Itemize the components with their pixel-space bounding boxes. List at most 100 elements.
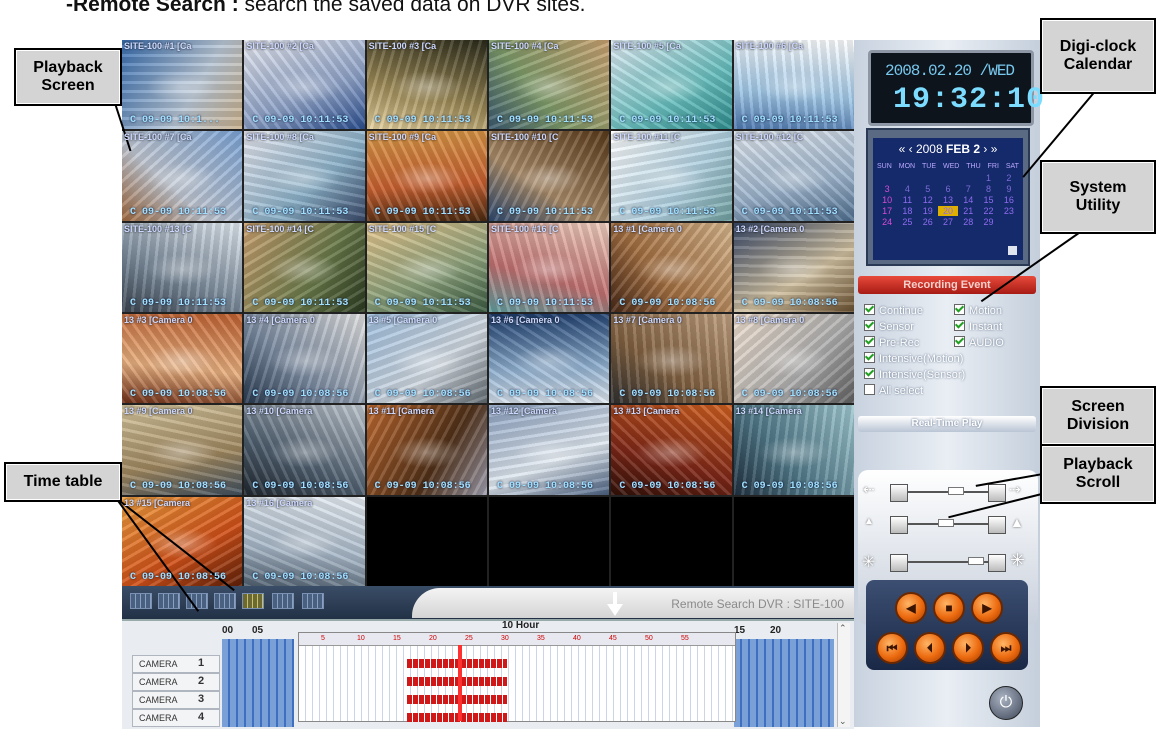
camera-tile[interactable]: 13 #10 [Camera C 09-09 10:08:56 [244, 405, 365, 495]
camera-tile[interactable]: SITE-100 #10 [C C 09-09 10:11:53 [489, 131, 610, 221]
camera-tile[interactable]: 13 #8 [Camera 0 C 09-09 10:08:56 [733, 314, 854, 404]
camera-tile[interactable]: SITE-100 #13 [C C 09-09 10:11:53 [122, 222, 243, 312]
camera-row-4[interactable]: CAMERA 4 [132, 709, 220, 727]
checkbox-icon[interactable] [954, 320, 965, 331]
recording-option[interactable]: AUDIO [954, 336, 1004, 349]
calendar-day[interactable]: 23 [999, 206, 1019, 216]
camera-tile[interactable]: SITE-100 #2 [Ca C 09-09 10:11:53 [244, 40, 365, 130]
camera-tile[interactable]: 13 #4 [Camera 0 C 09-09 10:08:56 [244, 314, 365, 404]
recording-option[interactable]: Intensive(Sensor) [864, 368, 965, 381]
camera-row-3[interactable]: CAMERA 3 [132, 691, 220, 709]
camera-tile[interactable]: SITE-100 #16 [C C 09-09 10:11:53 [489, 222, 610, 312]
calendar-day[interactable]: 29 [978, 217, 998, 227]
brightness-minus-button[interactable] [890, 554, 908, 572]
scroll-down-icon[interactable]: ⌄ [839, 716, 847, 727]
calendar-day[interactable]: 2 [999, 173, 1019, 183]
camera-tile[interactable]: 13 #5 [Camera 0 C 09-09 10:08:56 [366, 314, 487, 404]
calendar-day[interactable]: 18 [897, 206, 917, 216]
camera-row-1[interactable]: CAMERA 1 [132, 655, 220, 673]
camera-tile[interactable]: SITE-100 #7 [Ca C 09-09 10:11:53 [122, 131, 243, 221]
camera-tile[interactable]: 13 #12 [Camera C 09-09 10:08:56 [489, 405, 610, 495]
last-frame-button[interactable]: ⏭ [990, 632, 1022, 664]
play-button[interactable]: ▶ [971, 592, 1003, 624]
calendar-day[interactable]: 15 [978, 195, 998, 205]
camera-tile[interactable]: SITE-100 #11 [C C 09-09 10:11:53 [611, 131, 732, 221]
calendar-day[interactable]: 14 [958, 195, 978, 205]
next-year-button[interactable]: » [991, 142, 998, 156]
next-month-button[interactable]: › [983, 142, 987, 156]
camera-tile[interactable]: 13 #16 [Camera C 09-09 10:08:56 [244, 496, 365, 586]
calendar-day[interactable]: 4 [897, 184, 917, 194]
camera-tile[interactable]: 13 #6 [Camera 0 C 09-09 10:08:56 [489, 314, 610, 404]
empty-camera-tile[interactable] [489, 496, 610, 586]
calendar-day[interactable]: 21 [958, 206, 978, 216]
camera-row-2[interactable]: CAMERA 2 [132, 673, 220, 691]
division-6x6-button[interactable] [272, 593, 294, 609]
scroll-up-icon[interactable]: ⌃ [839, 623, 847, 634]
camera-tile[interactable]: SITE-100 #1 [Ca C 09-09 10:1... [122, 40, 243, 130]
camera-tile[interactable]: SITE-100 #8 [Ca C 09-09 10:11:53 [244, 131, 365, 221]
calendar-day[interactable]: 19 [918, 206, 938, 216]
camera-tile[interactable]: SITE-100 #14 [C C 09-09 10:11:53 [244, 222, 365, 312]
camera-tile[interactable]: SITE-100 #9 [Ca C 09-09 10:11:53 [366, 131, 487, 221]
prev-month-button[interactable]: ‹ [909, 142, 913, 156]
calendar-day[interactable]: 22 [978, 206, 998, 216]
calendar-day[interactable]: 5 [918, 184, 938, 194]
reverse-play-button[interactable]: ◀ [895, 592, 927, 624]
recording-option[interactable]: Pre-Rec [864, 336, 919, 349]
calendar-day[interactable]: 24 [877, 217, 897, 227]
division-4x4-button[interactable] [214, 593, 236, 609]
calendar-day[interactable]: 3 [877, 184, 897, 194]
timeline-day-left[interactable] [222, 639, 294, 727]
checkbox-icon[interactable] [864, 368, 875, 379]
real-time-play-button[interactable]: Real-Time Play [858, 416, 1036, 432]
checkbox-icon[interactable] [954, 336, 965, 347]
calendar-day[interactable]: 7 [958, 184, 978, 194]
checkbox-icon[interactable] [864, 304, 875, 315]
calendar-day[interactable]: 11 [897, 195, 917, 205]
calendar-day[interactable]: 6 [938, 184, 958, 194]
calendar-day[interactable]: 28 [958, 217, 978, 227]
power-button[interactable]: ⏻ [989, 686, 1023, 720]
calendar-day[interactable]: 10 [877, 195, 897, 205]
recording-option[interactable]: Instant [954, 320, 1002, 333]
prev-year-button[interactable]: « [899, 142, 906, 156]
timeline-day-right[interactable] [734, 639, 834, 727]
camera-tile[interactable]: 13 #13 [Camera C 09-09 10:08:56 [611, 405, 732, 495]
calendar-day[interactable]: 27 [938, 217, 958, 227]
checkbox-icon[interactable] [864, 384, 875, 395]
calendar-menu-icon[interactable] [1008, 246, 1017, 255]
calendar-day[interactable]: 9 [999, 184, 1019, 194]
calendar-day[interactable]: 1 [978, 173, 998, 183]
step-forward-button[interactable]: ⏵ [952, 632, 984, 664]
recording-option[interactable]: Motion [954, 304, 1002, 317]
calendar-day[interactable]: 16 [999, 195, 1019, 205]
calendar-day[interactable]: 17 [877, 206, 897, 216]
calendar-day[interactable]: 8 [978, 184, 998, 194]
camera-tile[interactable]: SITE-100 #4 [Ca C 09-09 10:11:53 [489, 40, 610, 130]
stop-button[interactable]: ■ [933, 592, 965, 624]
camera-tile[interactable]: SITE-100 #15 [C C 09-09 10:11:53 [366, 222, 487, 312]
step-back-button[interactable]: ⏴ [914, 632, 946, 664]
empty-camera-tile[interactable] [366, 496, 487, 586]
camera-tile[interactable]: 13 #14 [Camera C 09-09 10:08:56 [733, 405, 854, 495]
calendar-day[interactable]: 25 [897, 217, 917, 227]
camera-tile[interactable]: 13 #11 [Camera C 09-09 10:08:56 [366, 405, 487, 495]
recording-option[interactable]: Continue [864, 304, 923, 317]
brightness-plus-button[interactable] [988, 554, 1006, 572]
calendar-day[interactable]: 13 [938, 195, 958, 205]
playback-position-marker[interactable] [458, 645, 462, 721]
camera-tile[interactable]: 13 #15 [Camera C 09-09 10:08:56 [122, 496, 243, 586]
speed-minus-button[interactable] [890, 484, 908, 502]
checkbox-icon[interactable] [954, 304, 965, 315]
camera-tile[interactable]: SITE-100 #6 [Ca C 09-09 10:11:53 [733, 40, 854, 130]
recording-option[interactable]: All select [864, 384, 923, 397]
camera-tile[interactable]: 13 #2 [Camera 0 C 09-09 10:08:56 [733, 222, 854, 312]
checkbox-icon[interactable] [864, 352, 875, 363]
camera-tile[interactable]: 13 #1 [Camera 0 C 09-09 10:08:56 [611, 222, 732, 312]
camera-tile[interactable]: 13 #9 [Camera 0 C 09-09 10:08:56 [122, 405, 243, 495]
checkbox-icon[interactable] [864, 320, 875, 331]
hour-zoom-timeline[interactable]: 5 10 15 20 25 30 35 40 45 50 55 [298, 632, 736, 722]
contrast-minus-button[interactable] [890, 516, 908, 534]
timetable-scrollbar[interactable]: ⌃ ⌄ [837, 623, 850, 727]
